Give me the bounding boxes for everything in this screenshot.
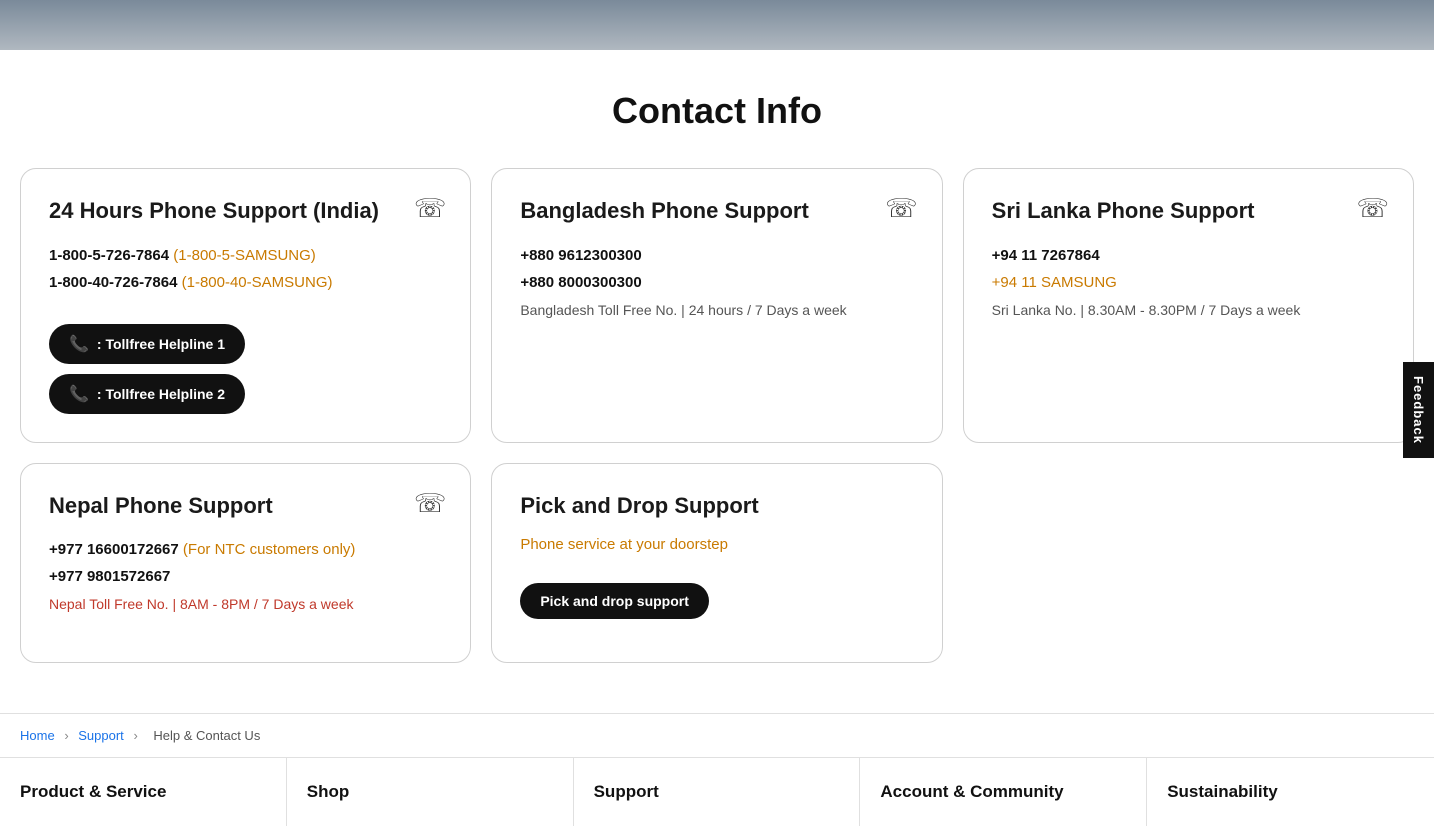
breadcrumb-home[interactable]: Home bbox=[20, 728, 55, 743]
phone-icon-srilanka: ☏ bbox=[1356, 193, 1389, 224]
nepal-phone2: +977 9801572667 bbox=[49, 563, 442, 590]
feedback-tab[interactable]: Feedback bbox=[1403, 362, 1434, 458]
footer-col-product-service: Product & Service bbox=[0, 758, 287, 826]
cards-row2: ☏ Nepal Phone Support +977 16600172667 (… bbox=[20, 463, 1414, 663]
footer-support-title: Support bbox=[594, 782, 840, 802]
contact-section: Contact Info ☏ 24 Hours Phone Support (I… bbox=[0, 50, 1434, 713]
breadcrumb-current: Help & Contact Us bbox=[153, 728, 260, 743]
tollfree-helpline-2-button[interactable]: 📞 : Tollfree Helpline 2 bbox=[49, 374, 245, 414]
footer-account-community-title: Account & Community bbox=[880, 782, 1126, 802]
phone-icon-bangladesh: ☏ bbox=[885, 193, 918, 224]
india-phone2: 1-800-40-726-7864 (1-800-40-SAMSUNG) bbox=[49, 269, 442, 296]
hero-image bbox=[0, 0, 1434, 50]
phone-icon-india: ☏ bbox=[414, 193, 447, 224]
btn2-label: : Tollfree Helpline 2 bbox=[97, 386, 225, 402]
breadcrumb-support[interactable]: Support bbox=[78, 728, 124, 743]
footer-product-service-title: Product & Service bbox=[20, 782, 266, 802]
btn1-label: : Tollfree Helpline 1 bbox=[97, 336, 225, 352]
bangladesh-note: Bangladesh Toll Free No. | 24 hours / 7 … bbox=[520, 300, 913, 321]
nepal-support-card: ☏ Nepal Phone Support +977 16600172667 (… bbox=[20, 463, 471, 663]
footer-col-account-community: Account & Community bbox=[860, 758, 1147, 826]
footer-shop-title: Shop bbox=[307, 782, 553, 802]
footer-col-support: Support bbox=[574, 758, 861, 826]
bangladesh-card-title: Bangladesh Phone Support bbox=[520, 197, 913, 226]
india-card-title: 24 Hours Phone Support (India) bbox=[49, 197, 442, 226]
india-support-card: ☏ 24 Hours Phone Support (India) 1-800-5… bbox=[20, 168, 471, 443]
srilanka-support-card: ☏ Sri Lanka Phone Support +94 11 7267864… bbox=[963, 168, 1414, 443]
pick-drop-support-card: Pick and Drop Support Phone service at y… bbox=[491, 463, 942, 663]
india-phone1: 1-800-5-726-7864 (1-800-5-SAMSUNG) bbox=[49, 242, 442, 269]
footer-col-shop: Shop bbox=[287, 758, 574, 826]
bangladesh-phone1: +880 9612300300 bbox=[520, 242, 913, 269]
pick-drop-btn-label: Pick and drop support bbox=[540, 593, 689, 609]
breadcrumb: Home › Support › Help & Contact Us bbox=[0, 713, 1434, 757]
srilanka-note: Sri Lanka No. | 8.30AM - 8.30PM / 7 Days… bbox=[992, 300, 1385, 321]
nepal-phone1: +977 16600172667 (For NTC customers only… bbox=[49, 536, 442, 563]
pick-drop-subtitle: Phone service at your doorstep bbox=[520, 536, 913, 553]
pick-drop-button[interactable]: Pick and drop support bbox=[520, 583, 709, 619]
nepal-card-title: Nepal Phone Support bbox=[49, 492, 442, 521]
srilanka-card-title: Sri Lanka Phone Support bbox=[992, 197, 1385, 226]
srilanka-phone2: +94 11 SAMSUNG bbox=[992, 269, 1385, 296]
empty-card bbox=[963, 463, 1414, 663]
tollfree-helpline-1-button[interactable]: 📞 : Tollfree Helpline 1 bbox=[49, 324, 245, 364]
phone-icon-nepal: ☏ bbox=[414, 488, 447, 519]
footer-col-sustainability: Sustainability bbox=[1147, 758, 1434, 826]
breadcrumb-sep2: › bbox=[133, 728, 141, 743]
pick-drop-title: Pick and Drop Support bbox=[520, 492, 913, 521]
phone-btn-icon1: 📞 bbox=[69, 334, 89, 354]
footer-nav: Product & Service Shop Support Account &… bbox=[0, 757, 1434, 826]
srilanka-phone1: +94 11 7267864 bbox=[992, 242, 1385, 269]
footer-sustainability-title: Sustainability bbox=[1167, 782, 1414, 802]
cards-row1: ☏ 24 Hours Phone Support (India) 1-800-5… bbox=[20, 168, 1414, 443]
phone-btn-icon2: 📞 bbox=[69, 384, 89, 404]
page-title: Contact Info bbox=[20, 90, 1414, 132]
bangladesh-phone2: +880 8000300300 bbox=[520, 269, 913, 296]
bangladesh-support-card: ☏ Bangladesh Phone Support +880 96123003… bbox=[491, 168, 942, 443]
breadcrumb-sep1: › bbox=[64, 728, 72, 743]
nepal-note: Nepal Toll Free No. | 8AM - 8PM / 7 Days… bbox=[49, 594, 442, 615]
